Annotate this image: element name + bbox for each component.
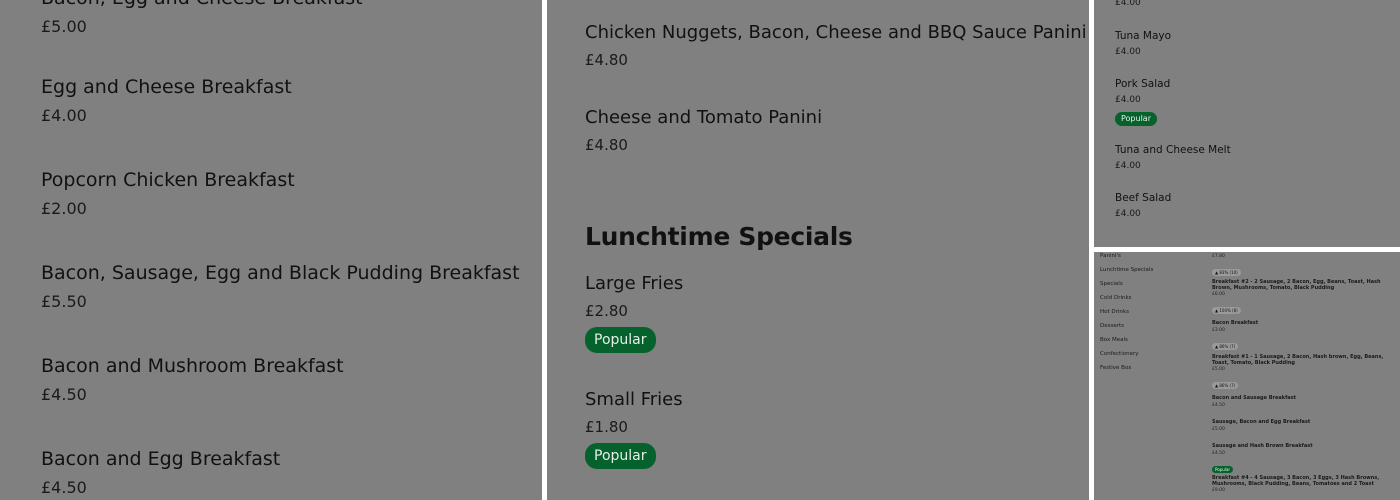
menu-item[interactable]: Sausage, Bacon and Egg Breakfast £5.00 bbox=[1212, 419, 1396, 432]
category-link-hot-drinks[interactable]: Hot Drinks bbox=[1100, 309, 1129, 316]
rating-badge: ▲ 100% (8) bbox=[1212, 307, 1241, 314]
menu-item[interactable]: Cheese and Tomato Panini £4.80 bbox=[585, 106, 822, 155]
section-title: Lunchtime Specials bbox=[585, 222, 853, 251]
menu-item-price: £4.00 bbox=[1115, 95, 1141, 105]
menu-item-price: £4.00 bbox=[1115, 209, 1141, 219]
menu-item-name: Chicken Nuggets, Bacon, Cheese and BBQ S… bbox=[585, 22, 1087, 43]
category-link-confectionery[interactable]: Confectionery bbox=[1100, 351, 1138, 358]
menu-item-price: £7.80 bbox=[1212, 254, 1225, 259]
menu-item-price: £5.50 bbox=[41, 292, 87, 311]
menu-item-name: Large Fries bbox=[585, 273, 684, 294]
menu-item-price: £4.50 bbox=[41, 478, 87, 497]
menu-item-name: Sausage and Hash Brown Breakfast bbox=[1212, 443, 1313, 449]
menu-item-name: Popcorn Chicken Breakfast bbox=[41, 169, 295, 191]
menu-item-price: £4.50 bbox=[1212, 450, 1225, 456]
menu-item-price: £4.00 bbox=[41, 106, 87, 125]
menu-item-name: Breakfast #4 - 4 Sausage, 3 Bacon, 3 Egg… bbox=[1212, 475, 1380, 487]
menu-item[interactable]: Tuna Mayo £4.00 bbox=[1115, 29, 1171, 58]
category-link-paninis[interactable]: Panini's bbox=[1100, 253, 1121, 260]
menu-item-price: £4.00 bbox=[1115, 0, 1141, 8]
menu-item[interactable]: Egg and Cheese Breakfast £4.00 bbox=[41, 75, 292, 126]
menu-panel-salads: £4.00 Tuna Mayo £4.00 Pork Salad £4.00 P… bbox=[1094, 0, 1400, 247]
menu-panel-breakfast: Bacon, Egg and Cheese Breakfast £5.00 Eg… bbox=[0, 0, 542, 500]
menu-item-price: £5.00 bbox=[1212, 426, 1225, 432]
menu-item[interactable]: Bacon and Mushroom Breakfast £4.50 bbox=[41, 354, 344, 405]
menu-item[interactable]: Tuna and Cheese Melt £4.00 bbox=[1115, 143, 1231, 172]
popular-badge: Popular bbox=[1212, 465, 1233, 473]
menu-item-price: £1.80 bbox=[585, 418, 628, 436]
menu-item-name: Small Fries bbox=[585, 389, 683, 410]
menu-item-name: Tuna and Cheese Melt bbox=[1115, 144, 1231, 156]
menu-item[interactable]: Small Fries £1.80 Popular bbox=[585, 388, 683, 469]
menu-item-name: Bacon, Egg and Cheese Breakfast bbox=[41, 0, 363, 10]
rating-badge: ▲ 86% (7) bbox=[1212, 342, 1239, 350]
rating-badge: ▲ 86% (7) bbox=[1212, 382, 1239, 389]
menu-item-price: £4.50 bbox=[1212, 402, 1225, 408]
menu-panel-overview: Panini's Lunchtime Specials Specials Col… bbox=[1094, 252, 1400, 500]
menu-item[interactable]: Chicken Nuggets, Bacon, Cheese and BBQ S… bbox=[585, 21, 1087, 70]
popular-badge: Popular bbox=[1115, 112, 1157, 126]
category-link-box-meals[interactable]: Box Meals bbox=[1100, 337, 1128, 344]
menu-item[interactable]: Bacon and Sausage Breakfast £4.50 bbox=[1212, 395, 1396, 408]
menu-item-name: Cheese and Tomato Panini bbox=[585, 107, 823, 128]
rating-badge: ▲ 83% (10) bbox=[1212, 269, 1241, 276]
category-link-specials[interactable]: Specials bbox=[1100, 281, 1123, 288]
menu-item-name: Bacon and Mushroom Breakfast bbox=[41, 355, 344, 377]
category-link-festive-box[interactable]: Festive Box bbox=[1100, 365, 1131, 372]
menu-item-price: £3.00 bbox=[1212, 327, 1225, 333]
menu-item-price: £2.80 bbox=[585, 302, 628, 320]
menu-item-price: £4.80 bbox=[585, 51, 628, 69]
menu-item[interactable]: Bacon and Egg Breakfast £4.50 bbox=[41, 447, 280, 498]
menu-item-name: Bacon and Sausage Breakfast bbox=[1212, 395, 1297, 401]
menu-item[interactable]: Beef Salad £4.00 bbox=[1115, 191, 1171, 220]
menu-panel-panini-lunch: Chicken Nuggets, Bacon, Cheese and BBQ S… bbox=[547, 0, 1089, 500]
menu-item-name: Beef Salad bbox=[1115, 192, 1172, 204]
menu-item-price: £5.00 bbox=[1212, 367, 1225, 372]
menu-item-name: Egg and Cheese Breakfast bbox=[41, 76, 292, 98]
menu-item[interactable]: Large Fries £2.80 Popular bbox=[585, 272, 683, 353]
menu-item[interactable]: Sausage and Hash Brown Breakfast £4.50 P… bbox=[1212, 443, 1396, 475]
popular-badge: Popular bbox=[585, 327, 656, 353]
menu-item-name: Bacon, Sausage, Egg and Black Pudding Br… bbox=[41, 262, 520, 284]
menu-item-partial[interactable]: £4.00 bbox=[1115, 0, 1141, 9]
menu-item-price: £9.00 bbox=[1212, 488, 1225, 493]
menu-item-name: Pork Salad bbox=[1115, 78, 1171, 90]
category-link-desserts[interactable]: Desserts bbox=[1100, 323, 1124, 330]
menu-item-partial[interactable]: £7.80 ▲ 83% (10) bbox=[1212, 254, 1396, 278]
menu-item[interactable]: Breakfast #2 - 2 Sausage, 2 Bacon, Egg, … bbox=[1212, 279, 1396, 316]
menu-item-price: £5.00 bbox=[41, 17, 87, 36]
menu-item[interactable]: Pork Salad £4.00 Popular bbox=[1115, 77, 1170, 126]
menu-item[interactable]: Bacon, Egg and Cheese Breakfast £5.00 bbox=[41, 0, 363, 37]
menu-item-price: £4.50 bbox=[41, 385, 87, 404]
menu-item-price: £4.80 bbox=[585, 136, 628, 154]
category-link-lunchtime-specials[interactable]: Lunchtime Specials bbox=[1100, 267, 1153, 274]
menu-item[interactable]: Breakfast #4 - 4 Sausage, 3 Bacon, 3 Egg… bbox=[1212, 475, 1396, 493]
popular-badge: Popular bbox=[585, 443, 656, 469]
menu-item[interactable]: Popcorn Chicken Breakfast £2.00 bbox=[41, 168, 295, 219]
menu-item[interactable]: Bacon, Sausage, Egg and Black Pudding Br… bbox=[41, 261, 520, 312]
menu-item-name: Tuna Mayo bbox=[1115, 30, 1172, 42]
menu-item-name: Sausage, Bacon and Egg Breakfast bbox=[1212, 419, 1311, 425]
menu-item-name: Bacon and Egg Breakfast bbox=[41, 448, 281, 470]
category-link-cold-drinks[interactable]: Cold Drinks bbox=[1100, 295, 1132, 302]
menu-item[interactable]: Bacon Breakfast £3.00 ▲ 86% (7) bbox=[1212, 320, 1396, 352]
menu-item-name: Breakfast #1 - 1 Sausage, 2 Bacon, Hash … bbox=[1212, 354, 1384, 366]
menu-item-price: £4.00 bbox=[1115, 47, 1141, 57]
menu-item-name: Breakfast #2 - 2 Sausage, 2 Bacon, Egg, … bbox=[1212, 279, 1381, 291]
menu-item[interactable]: Breakfast #1 - 1 Sausage, 2 Bacon, Hash … bbox=[1212, 354, 1396, 391]
menu-item-name: Bacon Breakfast bbox=[1212, 320, 1259, 326]
menu-item-price: £4.00 bbox=[1115, 161, 1141, 171]
menu-item-price: £2.00 bbox=[41, 199, 87, 218]
menu-item-price: £6.00 bbox=[1212, 292, 1225, 297]
